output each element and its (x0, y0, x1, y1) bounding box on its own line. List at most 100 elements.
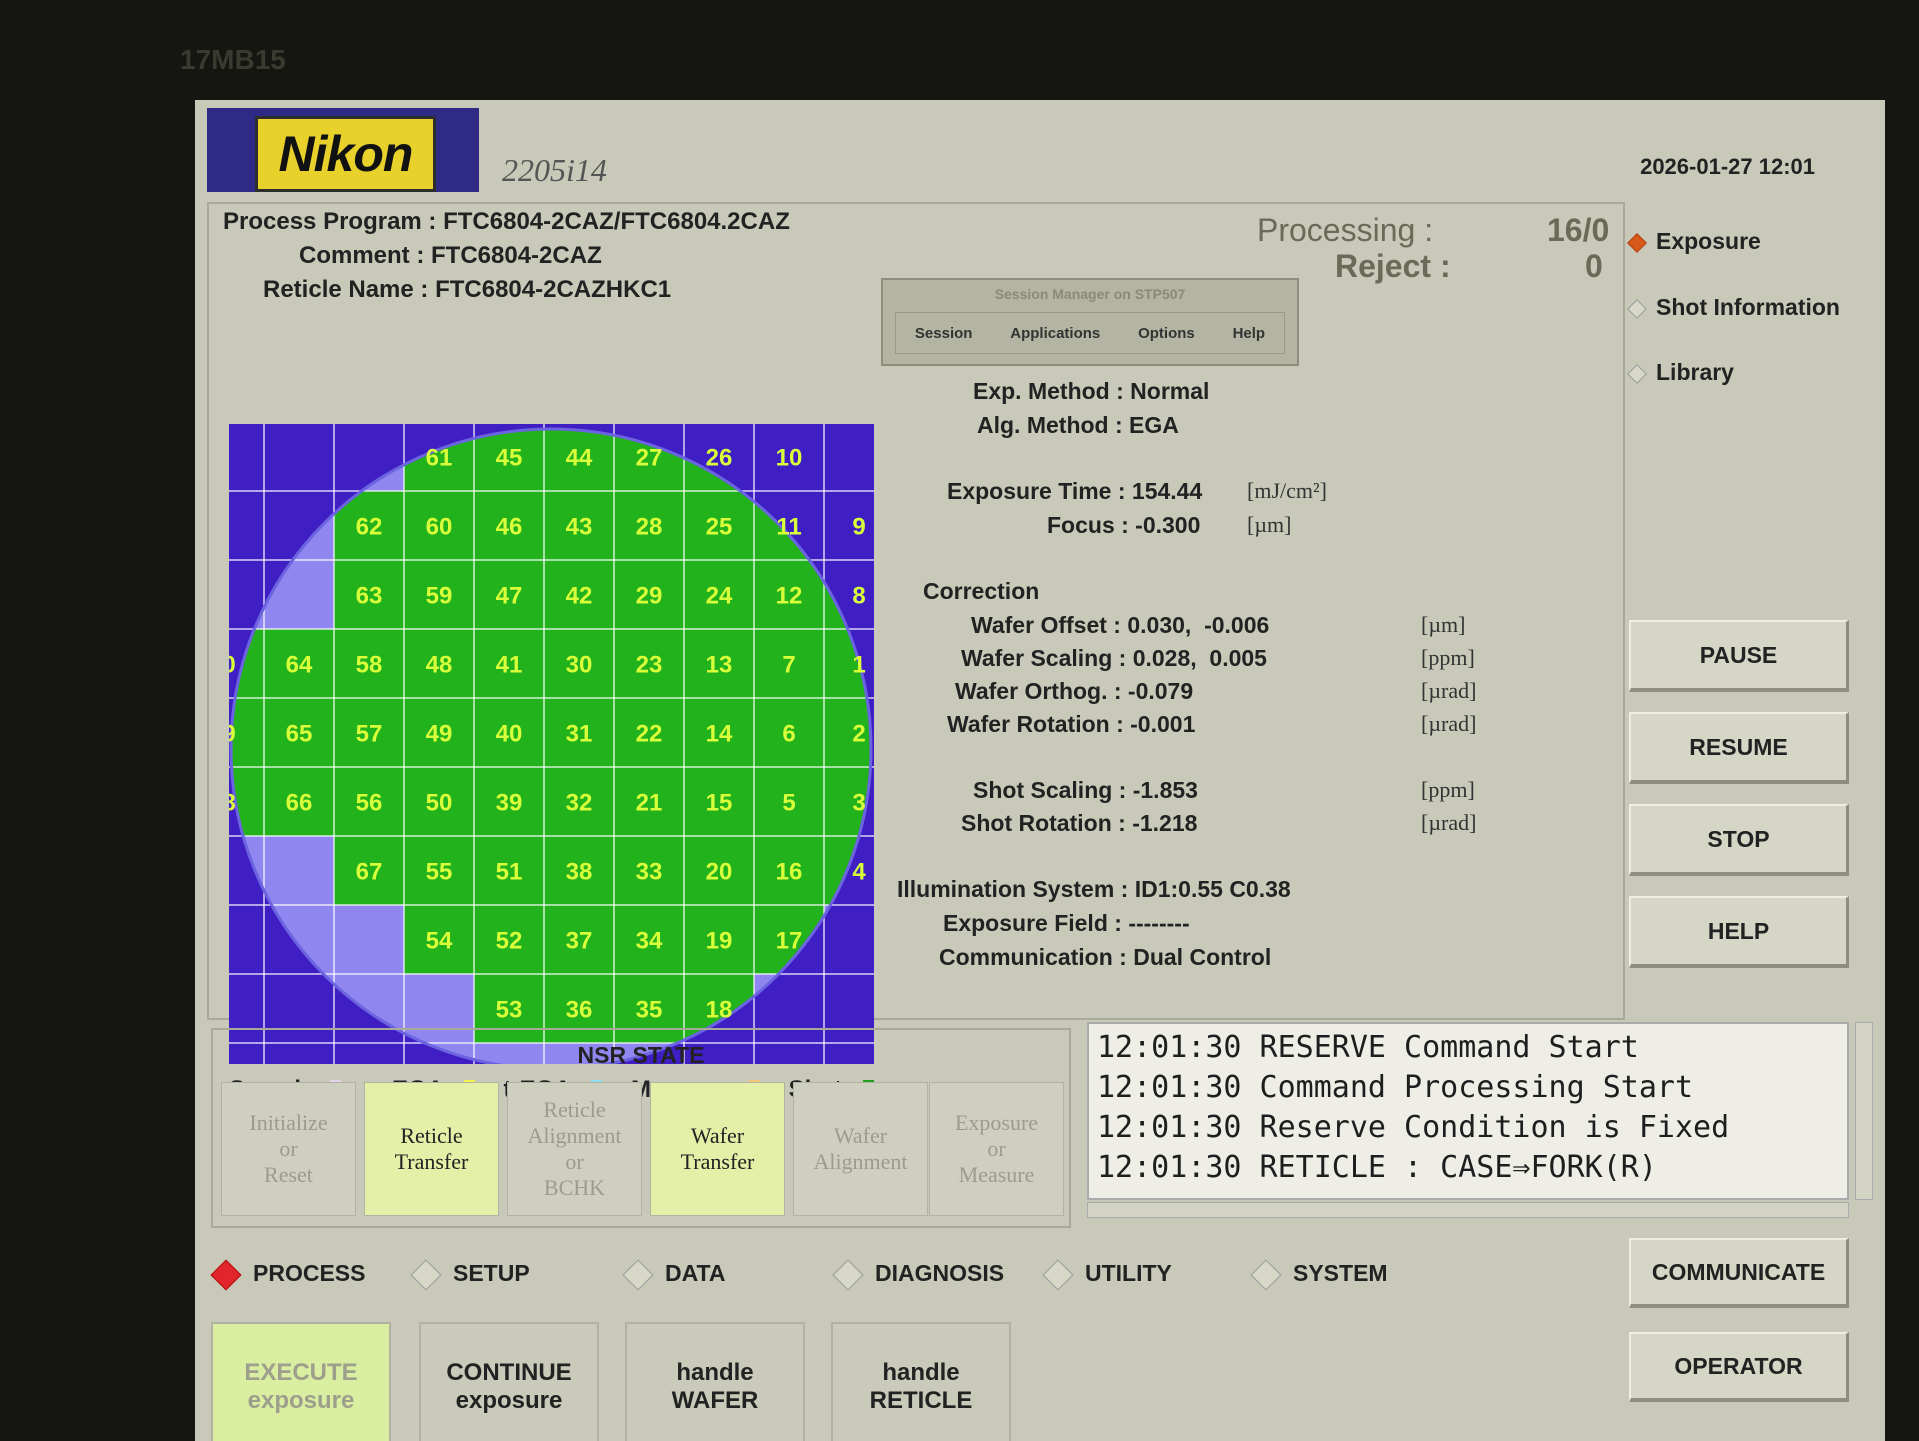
mode-process[interactable]: PROCESS (210, 1259, 366, 1291)
shot-scaling-unit: [ppm] (1421, 777, 1475, 802)
help-button[interactable]: HELP (1629, 896, 1849, 968)
wafer-offset-value: 0.030, -0.006 (1127, 612, 1270, 638)
exp-method: Exp. Method : Normal (973, 378, 1209, 405)
exposure-field: Exposure Field : -------- (943, 910, 1190, 937)
radio-library[interactable]: Library (1627, 359, 1734, 386)
wafer-scaling-value: 0.028, 0.005 (1132, 645, 1267, 671)
radio-exposure-label: Exposure (1656, 228, 1761, 254)
alg-method-label: Alg. Method : (977, 412, 1123, 438)
state-initialize-or-reset: Initialize or Reset (221, 1082, 356, 1216)
pause-button[interactable]: PAUSE (1629, 620, 1849, 692)
wafer-orthog-value: -0.079 (1127, 678, 1194, 704)
execute-exposure-button[interactable]: EXECUTE exposure (211, 1322, 391, 1441)
focus-label: Focus : (1047, 512, 1129, 538)
mode-setup-label: SETUP (453, 1260, 530, 1286)
radio-shot-information[interactable]: Shot Information (1627, 294, 1840, 321)
correction-heading: Correction (923, 578, 1040, 604)
nsr-state-title: NSR STATE (577, 1042, 705, 1068)
shot-rotation-label: Shot Rotation : (961, 810, 1126, 836)
shot-rotation-value: -1.218 (1132, 810, 1198, 836)
system-radio-icon (1250, 1259, 1282, 1291)
wafer-scaling-label: Wafer Scaling : (961, 645, 1127, 671)
state-reticle-transfer: Reticle Transfer (364, 1082, 499, 1216)
mode-process-label: PROCESS (253, 1260, 366, 1286)
wafer-rotation-label: Wafer Rotation : (947, 711, 1124, 737)
mode-utility[interactable]: UTILITY (1042, 1259, 1172, 1291)
state-exposure-label: Exposure or Measure (954, 1110, 1039, 1187)
exposure-selected-icon (1627, 233, 1647, 253)
exposure-field-label: Exposure Field : (943, 910, 1122, 936)
illumination-system: Illumination System : ID1:0.55 C0.38 (897, 876, 1291, 903)
process-selected-icon (210, 1259, 242, 1291)
shot-rotation: Shot Rotation : -1.218 (961, 810, 1197, 837)
exposure-parameters: Exp. Method : Normal Alg. Method : EGA E… (195, 100, 1625, 1020)
focus-value: -0.300 (1135, 512, 1201, 538)
illumination-label: Illumination System : (897, 876, 1129, 902)
shot-scaling-value: -1.853 (1132, 777, 1198, 803)
operator-button[interactable]: OPERATOR (1629, 1332, 1849, 1402)
communicate-button[interactable]: COMMUNICATE (1629, 1238, 1849, 1308)
radio-shot-information-label: Shot Information (1656, 294, 1840, 320)
state-exposure-or-measure: Exposure or Measure (929, 1082, 1064, 1216)
bezel-label: 17MB15 (180, 44, 286, 75)
log-line: 12:01:30 Reserve Condition is Fixed (1097, 1110, 1730, 1145)
handle-wafer-label: handle WAFER (671, 1359, 759, 1414)
mode-system-label: SYSTEM (1293, 1260, 1388, 1286)
continue-exposure-button[interactable]: CONTINUE exposure (419, 1322, 599, 1441)
continue-exposure-label: CONTINUE exposure (446, 1359, 572, 1414)
communication-label: Communication : (939, 944, 1127, 970)
exp-method-label: Exp. Method : (973, 378, 1124, 404)
exposure-time: Exposure Time : 154.44 (947, 478, 1202, 505)
state-reticle-alignment: Reticle Alignment or BCHK (507, 1082, 642, 1216)
wafer-orthog: Wafer Orthog. : -0.079 (955, 678, 1193, 705)
mode-data[interactable]: DATA (622, 1259, 726, 1291)
utility-radio-icon (1042, 1259, 1074, 1291)
state-wafer-transfer: Wafer Transfer (650, 1082, 785, 1216)
exposure-time-label: Exposure Time : (947, 478, 1126, 504)
focus: Focus : -0.300 (1047, 512, 1200, 539)
wafer-offset: Wafer Offset : 0.030, -0.006 (971, 612, 1269, 639)
mode-system[interactable]: SYSTEM (1250, 1259, 1388, 1291)
radio-exposure[interactable]: Exposure (1627, 228, 1761, 255)
mode-diagnosis[interactable]: DIAGNOSIS (832, 1259, 1005, 1291)
communication: Communication : Dual Control (939, 944, 1271, 971)
setup-radio-icon (410, 1259, 442, 1291)
handle-wafer-button[interactable]: handle WAFER (625, 1322, 805, 1441)
handle-reticle-button[interactable]: handle RETICLE (831, 1322, 1011, 1441)
alg-method-value: EGA (1129, 412, 1179, 438)
handle-reticle-label: handle RETICLE (869, 1359, 973, 1414)
data-radio-icon (622, 1259, 654, 1291)
wafer-scaling-unit: [ppm] (1421, 645, 1475, 670)
focus-unit: [µm] (1247, 512, 1292, 537)
shot-rotation-unit: [µrad] (1421, 810, 1477, 835)
resume-button[interactable]: RESUME (1629, 712, 1849, 784)
library-radio-icon (1627, 364, 1647, 384)
wafer-rotation-unit: [µrad] (1421, 711, 1477, 736)
shot-information-radio-icon (1627, 299, 1647, 319)
exposure-field-value: -------- (1128, 910, 1190, 936)
state-reticle-alignment-label: Reticle Alignment or BCHK (527, 1097, 622, 1200)
stop-button[interactable]: STOP (1629, 804, 1849, 876)
wafer-offset-unit: [µm] (1421, 612, 1466, 637)
nsr-state-panel: NSR STATE Initialize or Reset Reticle Tr… (211, 1028, 1071, 1228)
exposure-time-value: 154.44 (1131, 478, 1203, 504)
diagnosis-radio-icon (832, 1259, 864, 1291)
log-vertical-scrollbar[interactable] (1855, 1022, 1873, 1200)
state-wafer-alignment: Wafer Alignment (793, 1082, 928, 1216)
state-initialize-label: Initialize or Reset (249, 1110, 328, 1187)
wafer-scaling: Wafer Scaling : 0.028, 0.005 (961, 645, 1267, 672)
state-wafer-transfer-label: Wafer Transfer (680, 1123, 755, 1174)
log-horizontal-scrollbar[interactable] (1087, 1202, 1849, 1218)
mode-diagnosis-label: DIAGNOSIS (875, 1260, 1005, 1286)
log-line: 12:01:30 RETICLE : CASE⇒FORK(R) (1097, 1150, 1657, 1185)
mode-data-label: DATA (665, 1260, 726, 1286)
wafer-orthog-unit: [µrad] (1421, 678, 1477, 703)
exp-method-value: Normal (1130, 378, 1210, 404)
shot-scaling: Shot Scaling : -1.853 (973, 777, 1198, 804)
screen: Nikon 2205i14 2026-01-27 12:01 Process P… (195, 100, 1885, 1441)
state-wafer-alignment-label: Wafer Alignment (813, 1123, 908, 1174)
wafer-rotation: Wafer Rotation : -0.001 (947, 711, 1195, 738)
mode-setup[interactable]: SETUP (410, 1259, 530, 1291)
state-reticle-transfer-label: Reticle Transfer (394, 1123, 469, 1174)
message-log[interactable]: 12:01:30 RESERVE Command Start 12:01:30 … (1087, 1022, 1849, 1200)
